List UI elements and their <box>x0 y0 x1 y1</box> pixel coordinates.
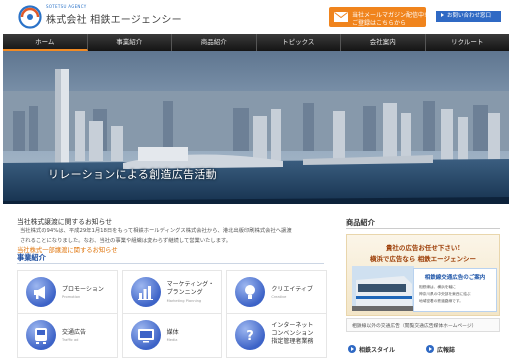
service-subtitle: Marketing Planning <box>166 299 202 303</box>
nav-item-home[interactable]: ホーム <box>3 34 88 51</box>
ad-card-body-line3: 地域密着の鉄道路線です。 <box>419 299 463 303</box>
service-creative[interactable]: クリエイティブ Creative <box>226 270 327 314</box>
other-traffic-ad-link[interactable]: 相鉄線以外の交通広告（閲覧交通広告媒体ホームページ） <box>352 322 476 329</box>
train-icon <box>26 320 56 350</box>
services-heading: 事業紹介 <box>17 253 46 262</box>
mail-magazine-line2: ご登録はこちらから <box>352 20 407 27</box>
service-subtitle: Media <box>166 338 178 342</box>
news-body-line2: されることになりました。なお、当社の事業や組織は変わらず継続して営業いたします。 <box>20 238 232 244</box>
mail-magazine-button[interactable]: 当社メールマガジン配信中! ご登録はこちらから <box>329 7 426 27</box>
news-title: 当社株式譲渡に関するお知らせ <box>17 218 113 226</box>
ad-info-card: 相鉄線交通広告のご案内 相鉄線は、横浜を軸に 神奈川県の中央部を東西に結ぶ 地域… <box>413 268 497 312</box>
envelope-icon <box>334 12 348 22</box>
contact-button[interactable]: お問い合わせ窓口 <box>436 11 501 22</box>
ad-banner-line1: 貴社の広告お任せ下さい! <box>385 244 461 252</box>
news-body-line1: 当社株式の94%は、平成29年1月18日をもって相鉄ホールディングス株式会社から… <box>20 228 292 234</box>
services-divider <box>17 263 324 264</box>
arrow-right-icon <box>441 13 444 17</box>
hero-banner: リレーションによる創造広告活動 <box>3 51 509 204</box>
hero-caption: リレーションによる創造広告活動 <box>48 168 217 181</box>
megaphone-icon <box>26 277 56 307</box>
global-nav: ホーム 事業紹介 商品紹介 トピックス 会社案内 リクルート <box>3 34 509 51</box>
service-title: 媒体 <box>166 329 179 336</box>
service-title-line3: 指定管理者業務 <box>271 338 314 345</box>
arrow-circle-icon <box>426 345 434 353</box>
services-grid: プロモーション Promotion マーケティング・ プランニング Market… <box>17 270 327 358</box>
ad-card-title: 相鉄線交通広告のご案内 <box>424 275 486 281</box>
service-subtitle: Promotion <box>62 295 81 299</box>
pr-magazine-link[interactable]: 広報誌 <box>426 345 455 354</box>
ad-card-body-line1: 相鉄線は、横浜を軸に <box>419 285 456 289</box>
ad-card-body-line2: 神奈川県の中央部を東西に結ぶ <box>419 292 471 296</box>
sidebar-links: 相鉄スタイル 広報誌 <box>346 342 500 356</box>
logo-subtitle: SOTETSU AGENCY <box>46 4 87 9</box>
company-logo-icon[interactable] <box>18 5 42 29</box>
lightbulb-icon <box>235 277 266 307</box>
service-subtitle: Traffic ad <box>62 338 79 342</box>
service-media[interactable]: 媒体 Media <box>121 314 223 358</box>
site-header: SOTETSU AGENCY 株式会社 相鉄エージェンシー 当社メールマガジン配… <box>0 0 512 34</box>
arrow-circle-icon <box>348 345 356 353</box>
nav-item-company[interactable]: 会社案内 <box>341 34 426 51</box>
sotetsu-ad-banner[interactable]: 貴社の広告お任せ下さい! 横浜で広告なら 相鉄エージェンシー 相鉄線交通広告のご… <box>346 234 500 316</box>
service-promotion[interactable]: プロモーション Promotion <box>17 270 118 314</box>
service-marketing-planning[interactable]: マーケティング・ プランニング Marketing Planning <box>121 270 223 314</box>
question-icon: ? <box>235 320 266 350</box>
contact-button-label: お問い合わせ窓口 <box>447 13 492 19</box>
nav-item-products[interactable]: 商品紹介 <box>172 34 257 51</box>
nav-item-recruit[interactable]: リクルート <box>426 34 510 51</box>
service-subtitle: Creative <box>271 295 287 299</box>
service-traffic-ad[interactable]: 交通広告 Traffic ad <box>17 314 118 358</box>
bar-chart-icon <box>130 277 161 307</box>
svg-text:?: ? <box>247 329 255 344</box>
service-title-line2: プランニング <box>166 289 203 296</box>
service-title: インターネット <box>271 322 314 329</box>
sotetsu-style-label: 相鉄スタイル <box>359 347 396 354</box>
service-internet-convention[interactable]: ? インターネット コンベンション 指定管理者業務 <box>226 314 327 358</box>
service-title: プロモーション <box>62 286 104 293</box>
tv-icon <box>130 320 161 350</box>
service-title-line2: コンベンション <box>271 330 314 337</box>
ad-banner-line2: 横浜で広告なら 相鉄エージェンシー <box>369 255 477 263</box>
train-photo-icon <box>352 266 414 311</box>
service-title: 交通広告 <box>62 329 87 336</box>
sotetsu-style-link[interactable]: 相鉄スタイル <box>348 345 395 354</box>
service-title: マーケティング・ <box>166 281 215 288</box>
nav-item-topics[interactable]: トピックス <box>257 34 341 51</box>
products-heading: 商品紹介 <box>346 218 375 227</box>
company-name[interactable]: 株式会社 相鉄エージェンシー <box>46 11 182 26</box>
products-divider <box>346 228 500 229</box>
pr-magazine-label: 広報誌 <box>437 347 456 354</box>
service-title: クリエイティブ <box>271 286 313 293</box>
nav-item-services[interactable]: 事業紹介 <box>88 34 172 51</box>
